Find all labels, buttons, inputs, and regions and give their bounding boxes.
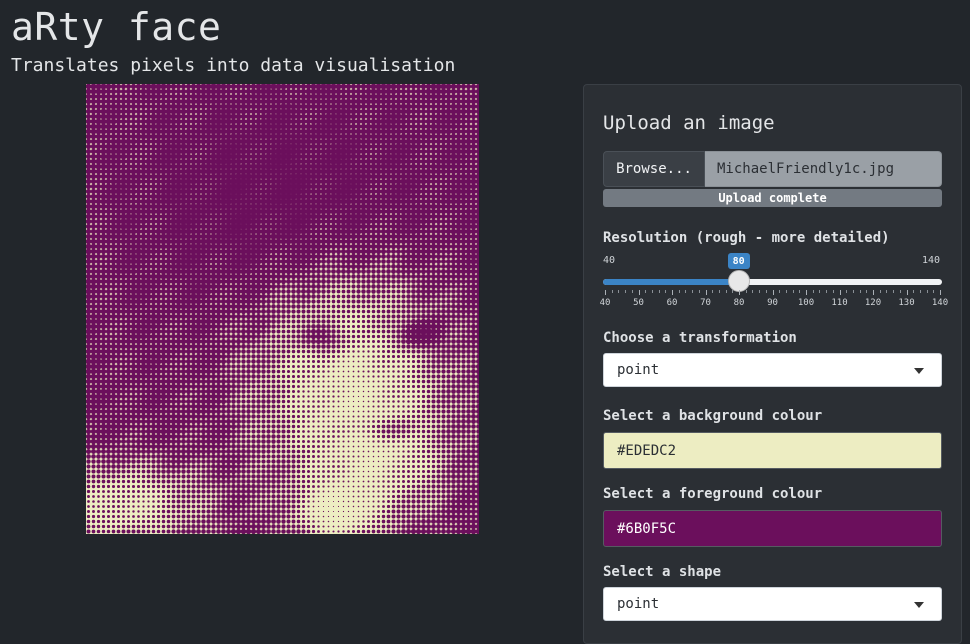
slider-tick [605, 290, 606, 295]
slider-minor-tick [826, 290, 828, 293]
slider-minor-tick [712, 290, 714, 293]
background-colour-label: Select a background colour [603, 408, 823, 424]
slider-minor-tick [785, 290, 787, 293]
slider-tick-label: 60 [666, 298, 678, 308]
slider-minor-tick [745, 290, 747, 293]
foreground-colour-input[interactable]: #6B0F5C [603, 510, 942, 547]
slider-track[interactable] [603, 279, 942, 285]
slider-minor-tick [618, 290, 620, 293]
slider-minor-tick [812, 290, 814, 293]
slider-tick [806, 290, 807, 295]
slider-tick-label: 70 [700, 298, 711, 308]
slider-min-label: 40 [603, 255, 616, 266]
slider-minor-tick [665, 290, 667, 293]
slider-minor-tick [792, 290, 794, 293]
slider-minor-tick [819, 290, 821, 293]
slider-minor-tick [685, 290, 687, 293]
slider-minor-tick [732, 290, 734, 293]
slider-fill [603, 279, 739, 285]
app-title: aRty face [11, 5, 222, 49]
slider-tick [739, 290, 740, 295]
slider-minor-tick [698, 290, 700, 293]
slider-minor-tick [879, 290, 881, 293]
slider-minor-tick [725, 290, 727, 293]
slider-tick-label: 80 [733, 298, 745, 308]
slider-minor-tick [919, 290, 921, 293]
slider-minor-tick [832, 290, 834, 293]
slider-minor-tick [846, 290, 848, 293]
slider-tick-label: 120 [864, 298, 882, 308]
slider-minor-tick [933, 290, 935, 293]
slider-tick-label: 140 [931, 298, 949, 308]
slider-minor-tick [886, 290, 888, 293]
shape-value: point [617, 596, 660, 612]
browse-button[interactable]: Browse... [603, 151, 705, 187]
slider-tick [873, 290, 874, 295]
slider-tick [705, 290, 707, 295]
slider-tick [672, 290, 673, 295]
slider-minor-tick [678, 290, 680, 293]
background-colour-value: #EDEDC2 [617, 442, 677, 459]
control-panel: Upload an image Browse... MichaelFriendl… [583, 84, 962, 644]
transformation-label: Choose a transformation [603, 330, 797, 346]
slider-minor-tick [631, 290, 633, 293]
slider-tick-label: 40 [599, 298, 611, 308]
slider-minor-tick [645, 290, 647, 293]
slider-minor-tick [899, 290, 901, 293]
slider-minor-tick [893, 290, 895, 293]
halftone-plot [86, 84, 479, 534]
slider-tick [839, 290, 841, 295]
slider-minor-tick [692, 290, 694, 293]
slider-minor-tick [866, 290, 868, 293]
slider-minor-tick [859, 290, 861, 293]
upload-status: Upload complete [603, 189, 942, 207]
slider-minor-tick [752, 290, 754, 293]
slider-minor-tick [625, 290, 627, 293]
foreground-colour-value: #6B0F5C [617, 520, 677, 537]
slider-minor-tick [926, 290, 928, 293]
app-subtitle: Translates pixels into data visualisatio… [11, 55, 456, 76]
chevron-down-icon [914, 368, 924, 374]
slider-minor-tick [799, 290, 801, 293]
slider-tick-label: 110 [831, 298, 848, 308]
chevron-down-icon [914, 602, 924, 608]
slider-minor-tick [852, 290, 854, 293]
background-colour-input[interactable]: #EDEDC2 [603, 432, 942, 469]
upload-heading: Upload an image [603, 112, 775, 134]
slider-tick-label: 130 [898, 298, 915, 308]
slider-minor-tick [765, 290, 767, 293]
slider-tick [906, 290, 908, 295]
foreground-colour-label: Select a foreground colour [603, 486, 823, 502]
slider-minor-tick [913, 290, 915, 293]
slider-handle[interactable] [727, 270, 750, 292]
upload-progress-bar: Upload complete [603, 189, 942, 207]
resolution-slider[interactable]: 40 140 80 40 50 60 70 80 90 100 110 120 130 140 [599, 253, 948, 313]
shape-label: Select a shape [603, 564, 722, 580]
shape-select[interactable]: point [603, 587, 942, 621]
slider-minor-tick [779, 290, 781, 293]
halftone-image [86, 84, 479, 534]
slider-tick-label: 100 [797, 298, 815, 308]
file-input-group: Browse... MichaelFriendly1c.jpg [603, 151, 942, 187]
slider-tick [638, 290, 640, 295]
file-name-field: MichaelFriendly1c.jpg [705, 151, 942, 187]
slider-tick-label: 90 [767, 298, 778, 308]
slider-minor-tick [658, 290, 660, 293]
transformation-value: point [617, 362, 660, 378]
slider-tick [772, 290, 774, 295]
slider-tick [940, 290, 941, 295]
resolution-label: Resolution (rough - more detailed) [603, 230, 890, 246]
slider-minor-tick [759, 290, 761, 293]
slider-tick-label: 50 [633, 298, 644, 308]
slider-minor-tick [718, 290, 720, 293]
transformation-select[interactable]: point [603, 353, 942, 387]
slider-minor-tick [651, 290, 653, 293]
slider-max-label: 140 [921, 255, 940, 266]
slider-value-badge: 80 [727, 253, 750, 269]
slider-minor-tick [611, 290, 613, 293]
